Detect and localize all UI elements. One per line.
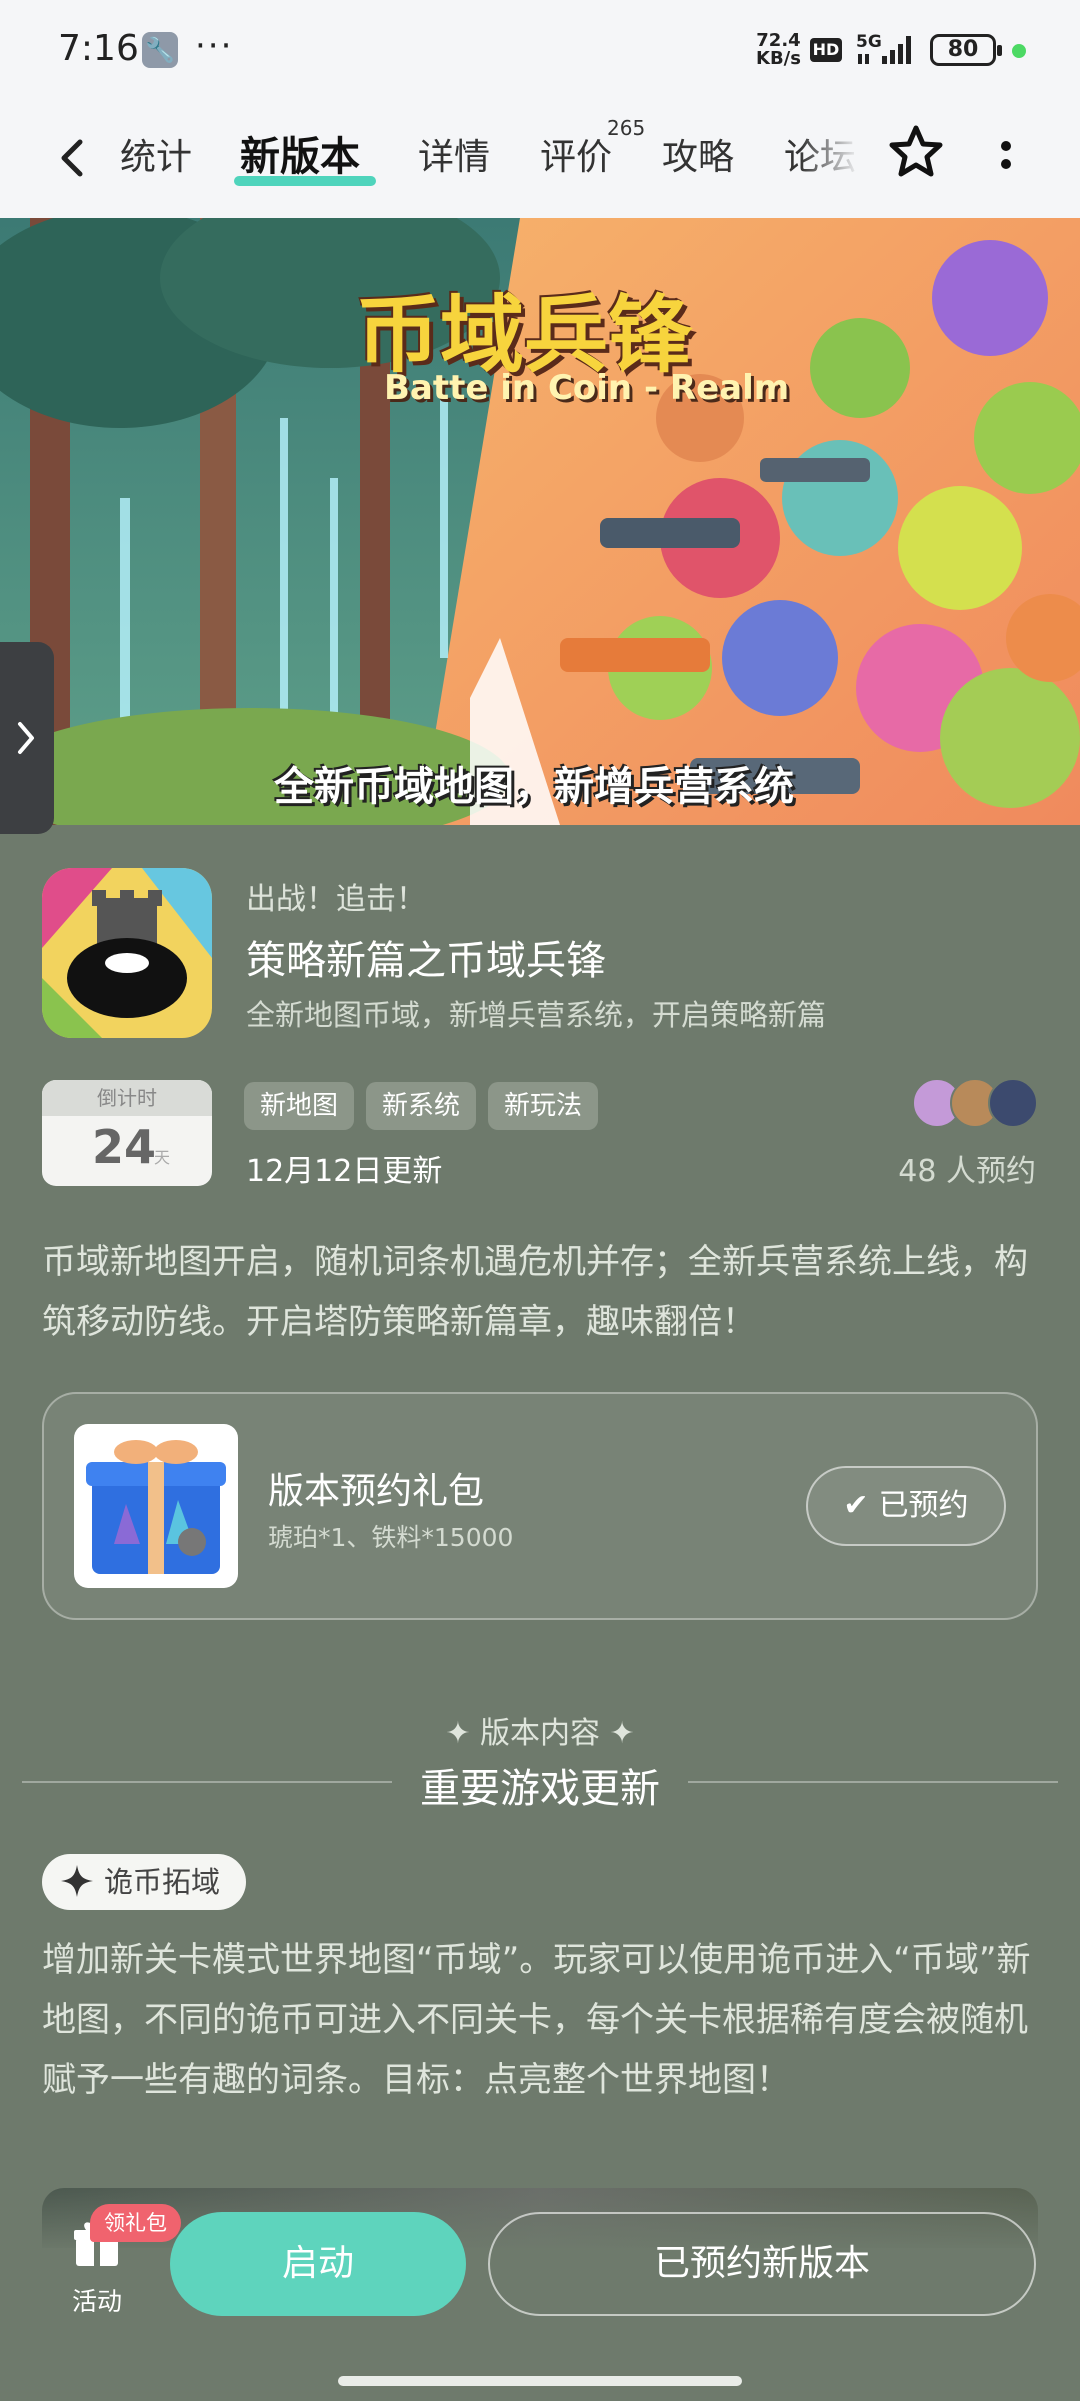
countdown-label: 倒计时 xyxy=(42,1080,212,1116)
back-button[interactable] xyxy=(52,128,92,188)
section-kicker: ✦ 版本内容 ✦ xyxy=(0,1708,1080,1752)
more-button[interactable] xyxy=(988,126,1024,186)
gift-badge[interactable]: 领礼包 xyxy=(90,2204,181,2242)
favorite-button[interactable] xyxy=(882,120,950,188)
chevron-right-icon xyxy=(18,722,34,754)
banner-subtitle: Batte in Coin - Realm xyxy=(384,368,790,408)
reserve-count: 48 人预约 xyxy=(898,1154,1036,1189)
tab-stats[interactable]: 统计 xyxy=(120,128,192,180)
privacy-indicator-icon xyxy=(1012,44,1026,58)
net-speed: 72.4 KB/s xyxy=(756,32,801,68)
battery-indicator: 80 xyxy=(930,34,1002,66)
status-time: 7:16 xyxy=(58,28,139,69)
sparkle-icon: ✦ xyxy=(445,1716,471,1751)
gift-pack-card: 版本预约礼包 琥珀*1、铁料*15000 ✔ 已预约 xyxy=(42,1392,1038,1620)
sparkle-icon: ✦ xyxy=(609,1716,635,1751)
reserved-button-label: 已预约 xyxy=(878,1488,969,1523)
signal-icon: 5G xyxy=(856,32,920,66)
tab-reviews[interactable]: 评价 xyxy=(540,128,612,180)
reserved-button[interactable]: ✔ 已预约 xyxy=(806,1466,1006,1546)
hd-badge: HD xyxy=(810,38,842,62)
tab-guides[interactable]: 攻略 xyxy=(662,128,734,180)
tab-details[interactable]: 详情 xyxy=(418,128,490,180)
tag-new-gameplay: 新玩法 xyxy=(488,1082,599,1130)
version-subtitle: 出战！追击！ xyxy=(246,882,426,917)
tag-new-system: 新系统 xyxy=(366,1082,477,1130)
version-title: 策略新篇之币域兵锋 xyxy=(246,938,606,984)
section-title: 重要游戏更新 xyxy=(420,1766,660,1812)
more-icon xyxy=(1001,141,1011,169)
update-date: 12月12日更新 xyxy=(246,1154,443,1189)
avatar xyxy=(988,1078,1038,1128)
banner-caption: 全新币域地图，新增兵营系统 xyxy=(274,764,794,810)
countdown-value: 24 xyxy=(92,1120,157,1174)
reviews-count-badge: 265 xyxy=(607,116,646,140)
top-nav: 统计 新版本 详情 评价 265 攻略 论坛 xyxy=(0,100,1080,218)
feature-chip: 诡币拓域 xyxy=(42,1854,247,1910)
countdown-card: 倒计时 24 天 xyxy=(42,1080,212,1186)
status-bar: 7:16 🔧 ··· 72.4 KB/s HD 5G 80 xyxy=(0,0,1080,100)
section-kicker-label: 版本内容 xyxy=(480,1716,600,1751)
wrench-icon: 🔧 xyxy=(142,32,178,68)
version-banner[interactable]: 币域兵锋 Batte in Coin - Realm 全新币域地图，新增兵营系统 xyxy=(0,218,1080,825)
launch-button[interactable]: 启动 xyxy=(170,2212,466,2316)
reserved-new-version-button[interactable]: 已预约新版本 xyxy=(488,2212,1036,2316)
gift-pack-description: 琥珀*1、铁料*15000 xyxy=(268,1523,514,1552)
check-icon: ✔ xyxy=(843,1488,869,1523)
sparkle-icon xyxy=(61,1865,93,1897)
app-icon xyxy=(42,868,212,1038)
feature-description: 增加新关卡模式世界地图“币域”。玩家可以使用诡币进入“币域”新地图，不同的诡币可… xyxy=(42,1940,1031,2100)
version-description: 全新地图币域，新增兵营系统，开启策略新篇 xyxy=(246,998,827,1032)
active-tab-indicator xyxy=(234,176,376,186)
gift-pack-title: 版本预约礼包 xyxy=(268,1471,485,1512)
back-icon xyxy=(61,139,83,177)
tab-new-version[interactable]: 新版本 xyxy=(240,124,360,182)
feature-chip-label: 诡币拓域 xyxy=(104,1865,221,1899)
more-notifications-icon: ··· xyxy=(195,26,234,66)
reserver-avatars xyxy=(912,1078,1040,1128)
tag-new-map: 新地图 xyxy=(244,1082,355,1130)
home-indicator[interactable] xyxy=(338,2376,742,2386)
tab-fade xyxy=(800,100,860,218)
countdown-unit: 天 xyxy=(154,1148,171,1167)
net-speed-unit: KB/s xyxy=(756,48,801,69)
activity-label: 活动 xyxy=(71,2287,122,2316)
side-drawer-handle[interactable] xyxy=(0,642,54,834)
divider xyxy=(688,1781,1058,1783)
star-icon xyxy=(889,125,943,177)
gift-pack-icon xyxy=(74,1424,238,1588)
version-intro: 币域新地图开启，随机词条机遇危机并存；全新兵营系统上线，构筑移动防线。开启塔防策… xyxy=(42,1242,1028,1342)
